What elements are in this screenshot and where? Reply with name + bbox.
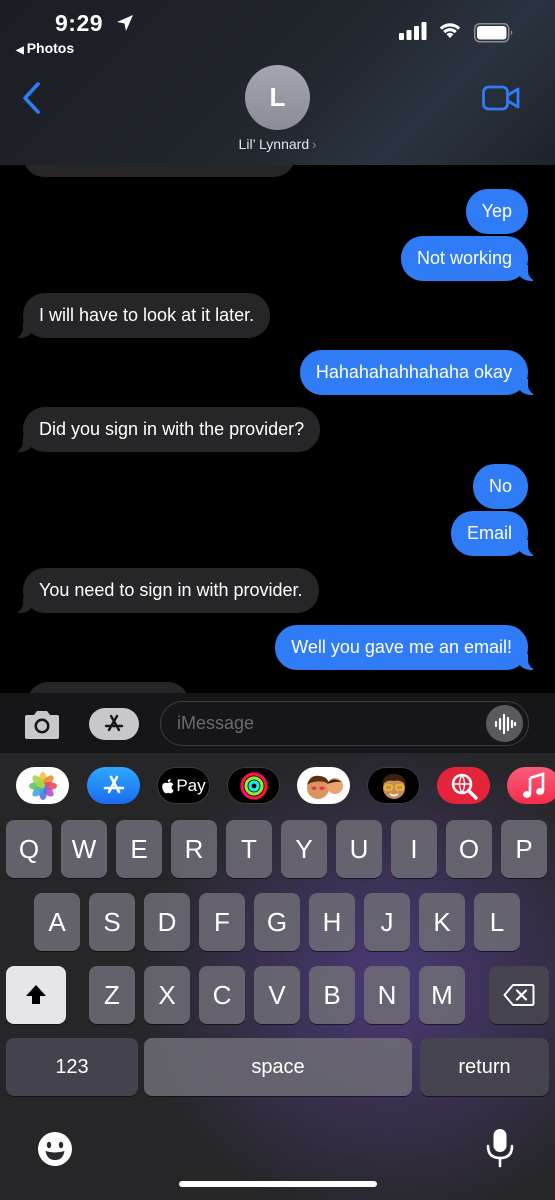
- contact-avatar[interactable]: L: [245, 65, 310, 130]
- key-x[interactable]: X: [144, 966, 190, 1024]
- message-bubble-partial: [23, 165, 295, 177]
- key-s[interactable]: S: [89, 893, 135, 951]
- app-store-icon: [104, 714, 124, 732]
- app-store-strip-icon: [103, 775, 124, 793]
- message-field[interactable]: [160, 701, 529, 746]
- key-w[interactable]: W: [61, 820, 107, 878]
- message-bubble-outgoing[interactable]: No: [472, 464, 528, 509]
- back-app-label: Photos: [26, 40, 75, 56]
- key-a[interactable]: A: [34, 893, 80, 951]
- delete-key[interactable]: [489, 966, 549, 1024]
- key-d[interactable]: D: [144, 893, 190, 951]
- shift-key[interactable]: [6, 966, 66, 1024]
- photos-app-button[interactable]: [16, 767, 69, 804]
- apple-pay-button[interactable]: Pay: [157, 767, 210, 804]
- message-bubble-outgoing[interactable]: Hahahahahhahaha okay: [299, 350, 539, 395]
- app-store-app-button[interactable]: [87, 767, 140, 804]
- back-triangle-icon: ◀: [16, 45, 24, 56]
- contact-name[interactable]: Lil’ Lynnard ›: [0, 136, 555, 152]
- delete-icon: [503, 984, 535, 1006]
- audio-waveform-icon: [494, 713, 516, 734]
- video-camera-icon[interactable]: [482, 85, 520, 111]
- app-store-button[interactable]: [89, 708, 139, 740]
- home-indicator[interactable]: [179, 1181, 377, 1187]
- key-u[interactable]: U: [336, 820, 382, 878]
- activity-app-button[interactable]: [227, 767, 280, 804]
- key-o[interactable]: O: [446, 820, 492, 878]
- microphone-icon[interactable]: [483, 1127, 517, 1169]
- message-bubble-outgoing[interactable]: Well you gave me an email!: [275, 625, 538, 670]
- key-l[interactable]: L: [474, 893, 520, 951]
- message-bubble-incoming[interactable]: I will have to look at it later.: [12, 293, 271, 338]
- key-p[interactable]: P: [501, 820, 547, 878]
- contact-name-label: Lil’ Lynnard: [238, 136, 310, 152]
- shift-icon: [26, 985, 46, 1004]
- wifi-icon: [439, 23, 461, 38]
- message-bubble-incoming[interactable]: You need to sign in with provider.: [13, 568, 319, 613]
- return-key[interactable]: return: [420, 1038, 549, 1096]
- key-z[interactable]: Z: [89, 966, 135, 1024]
- audio-message-button[interactable]: [486, 705, 523, 742]
- message-bubble-outgoing[interactable]: Not working: [400, 236, 539, 281]
- key-h[interactable]: H: [309, 893, 355, 951]
- key-e[interactable]: E: [116, 820, 162, 878]
- web-search-button[interactable]: [437, 767, 490, 804]
- numbers-key[interactable]: 123: [6, 1038, 138, 1096]
- message-bubble-incoming[interactable]: Did you sign in with the provider?: [12, 407, 321, 452]
- emoji-icon[interactable]: [36, 1130, 74, 1168]
- apple-pay-label: Pay: [176, 775, 206, 795]
- memoji-button[interactable]: [367, 767, 420, 804]
- status-time: 9:29: [55, 10, 104, 36]
- key-y[interactable]: Y: [281, 820, 327, 878]
- space-key[interactable]: space: [144, 1038, 412, 1096]
- key-g[interactable]: G: [254, 893, 300, 951]
- apple-logo-icon: [162, 778, 174, 793]
- key-m[interactable]: M: [419, 966, 465, 1024]
- key-q[interactable]: Q: [6, 820, 52, 878]
- search-web-icon: [451, 773, 478, 800]
- signal-icon: [399, 22, 427, 40]
- message-bubble-outgoing[interactable]: Yep: [465, 189, 528, 234]
- key-j[interactable]: J: [364, 893, 410, 951]
- key-t[interactable]: T: [226, 820, 272, 878]
- music-icon: [522, 771, 544, 798]
- photos-icon: [28, 771, 57, 800]
- key-v[interactable]: V: [254, 966, 300, 1024]
- activity-icon: [239, 771, 268, 800]
- battery-icon: [474, 23, 513, 43]
- back-to-app-link[interactable]: ◀ Photos: [16, 40, 74, 56]
- memoji-stickers-button[interactable]: [297, 767, 350, 804]
- memoji-icon: [306, 775, 343, 799]
- memoji-face-icon: [381, 773, 406, 799]
- key-c[interactable]: C: [199, 966, 245, 1024]
- key-i[interactable]: I: [391, 820, 437, 878]
- camera-icon[interactable]: [22, 709, 62, 741]
- key-k[interactable]: K: [419, 893, 465, 951]
- key-r[interactable]: R: [171, 820, 217, 878]
- chevron-right-icon: ›: [312, 137, 317, 152]
- key-f[interactable]: F: [199, 893, 245, 951]
- message-bubble-outgoing[interactable]: Email: [450, 511, 539, 556]
- message-input[interactable]: [177, 702, 477, 744]
- avatar-initial: L: [269, 82, 286, 112]
- key-b[interactable]: B: [309, 966, 355, 1024]
- location-arrow-icon: [117, 15, 133, 31]
- music-app-button[interactable]: [507, 767, 555, 804]
- conversation-header: 9:29 ◀ Photos L Lil’ Lynnard ›: [0, 0, 555, 165]
- message-thread[interactable]: Yep Not working I will have to look at i…: [0, 165, 555, 695]
- key-n[interactable]: N: [364, 966, 410, 1024]
- back-chevron-icon[interactable]: [18, 80, 46, 116]
